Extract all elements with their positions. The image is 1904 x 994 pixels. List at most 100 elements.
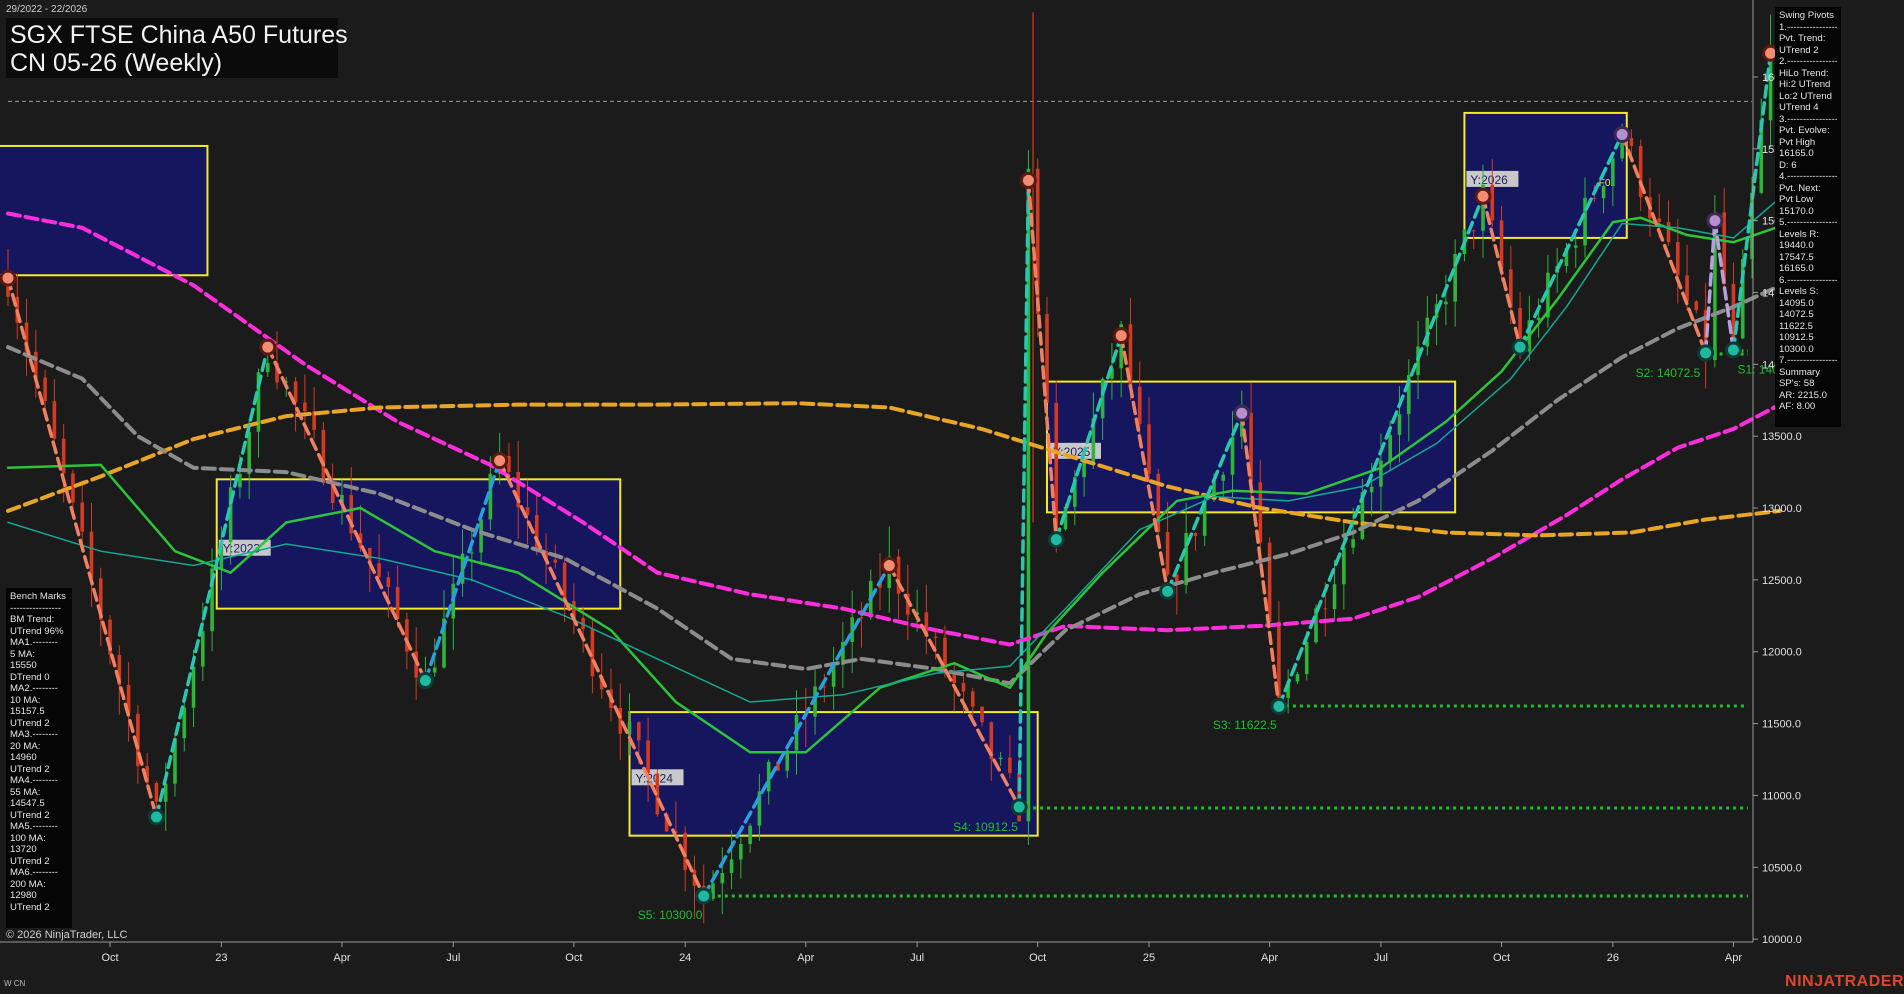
swing-point-low (1270, 697, 1288, 715)
swing-point-low (1159, 582, 1177, 600)
candle-body (34, 351, 38, 378)
candle-body (729, 859, 734, 874)
pivots-line: 16165.0 (1779, 263, 1814, 274)
candle-body (395, 587, 400, 620)
y-tick-label: 11500.0 (1762, 719, 1801, 731)
pivots-line: 6.---------------- (1779, 274, 1837, 286)
bench-line: 200 MA: (10, 878, 46, 890)
pivots-line: 4.---------------- (1779, 171, 1837, 182)
candle-body (154, 782, 159, 802)
support-label: S5: 10300.0 (638, 908, 703, 922)
swing-point-high (0, 269, 17, 287)
pivots-line: 17547.5 (1779, 251, 1814, 263)
bench-line: MA2.-------- (10, 683, 58, 694)
date-range: 29/2022 - 22/2026 (6, 4, 88, 15)
candle-body (1342, 547, 1346, 585)
candle-body (1611, 158, 1615, 187)
bench-line: UTrend 2 (10, 717, 50, 729)
candle-body (89, 531, 94, 579)
y-tick-label: 12500.0 (1762, 575, 1802, 587)
swing-point-high (1019, 171, 1037, 189)
candle-body (1147, 424, 1151, 474)
x-tick-label: Oct (101, 952, 118, 964)
candle-body (1314, 608, 1318, 643)
pivots-line: UTrend 2 (1779, 44, 1819, 56)
bench-line: 15157.5 (10, 706, 45, 717)
bench-line: BM Trend: (10, 614, 55, 625)
candle-body (163, 783, 168, 802)
candle-body (1490, 184, 1495, 221)
support-label: S3: 11622.5 (1213, 718, 1277, 732)
candle-body (980, 706, 984, 723)
candle-body (1351, 539, 1355, 548)
swing-point-pending-high (1233, 404, 1251, 422)
pivots-line: 19440.0 (1779, 240, 1814, 251)
candle-body (1536, 317, 1541, 321)
pivots-line: Lo:2 UTrend (1779, 90, 1832, 102)
bench-line: 14547.5 (10, 798, 45, 809)
candle-body (43, 377, 47, 402)
bench-line: 12980 (10, 890, 37, 901)
candle-body (1332, 584, 1337, 610)
x-tick-label: Jul (446, 952, 460, 964)
bench-line: 20 MA: (10, 740, 41, 752)
bench-line: 15550 (10, 660, 37, 671)
brand-logo: NINJATRADER (1785, 973, 1904, 990)
candle-body (1444, 301, 1448, 305)
pivots-line: 5.---------------- (1779, 217, 1837, 228)
bench-line: 55 MA: (10, 786, 41, 798)
bench-line: ---------------- (10, 602, 62, 614)
swing-point-low (1511, 338, 1529, 356)
support-label: S4: 10912.5 (953, 820, 1018, 834)
y-tick-label: 12000.0 (1762, 647, 1802, 659)
x-tick-label: Jul (1374, 952, 1388, 964)
swing-pivots-panel: Swing Pivots 1.---------------- Pvt. Trend… (1775, 7, 1841, 427)
pivots-line: 2.---------------- (1779, 56, 1837, 67)
candle-body (1379, 460, 1383, 487)
bench-line: 100 MA: (10, 832, 46, 844)
candle-body (1008, 757, 1012, 773)
x-tick-label: Apr (1725, 952, 1742, 964)
pivots-line: 16165.0 (1779, 148, 1814, 159)
y-tick-label: 13000.0 (1762, 503, 1802, 515)
pivots-line: Hi:2 UTrend (1779, 79, 1831, 90)
bench-line: MA3.-------- (10, 729, 58, 740)
pivots-line: 15170.0 (1779, 205, 1814, 217)
bench-line: UTrend 96% (10, 625, 64, 637)
candle-body (1369, 486, 1374, 493)
candle-body (1082, 461, 1086, 478)
candle-body (1304, 642, 1309, 675)
copyright: © 2026 NinjaTrader, LLC (6, 929, 128, 941)
pivots-line: Pvt Low (1779, 194, 1814, 205)
bench-line: 10 MA: (10, 694, 41, 706)
pivots-line: 10912.5 (1779, 332, 1814, 343)
pivots-line: Pvt. Next: (1779, 182, 1821, 194)
x-tick-label: Oct (1493, 952, 1510, 964)
candle-body (1675, 242, 1680, 276)
candle-body (1295, 674, 1300, 682)
pivots-line: AF: 8.00 (1779, 401, 1816, 412)
candle-body (720, 873, 725, 884)
candle-body (553, 559, 558, 563)
swing-point-low (1047, 531, 1065, 549)
candle-body (377, 563, 381, 578)
bench-line: MA6.-------- (10, 867, 58, 878)
candle-body (470, 552, 474, 554)
x-tick-label: Apr (1261, 952, 1278, 964)
pivots-line: Levels S: (1779, 286, 1819, 297)
candle-body (321, 429, 326, 484)
candle-body (998, 757, 1003, 760)
x-tick-label: 23 (215, 952, 227, 964)
candle-body (961, 682, 966, 692)
bench-line: 5 MA: (10, 648, 36, 660)
candle-body (1026, 168, 1031, 822)
pivots-line: Levels R: (1779, 228, 1819, 240)
pivots-line: D: 6 (1779, 159, 1797, 171)
candle-body (933, 636, 938, 638)
bench-line: MA5.-------- (10, 821, 58, 832)
candle-body (303, 402, 307, 412)
price-chart[interactable]: Y:2023Y:2024Y:2025Y:2026 F0 S5: 10300.0S4… (0, 0, 1904, 994)
pivots-line: SP's: 58 (1779, 378, 1815, 389)
candle-body (1657, 218, 1662, 223)
swing-point-low (1724, 341, 1742, 359)
